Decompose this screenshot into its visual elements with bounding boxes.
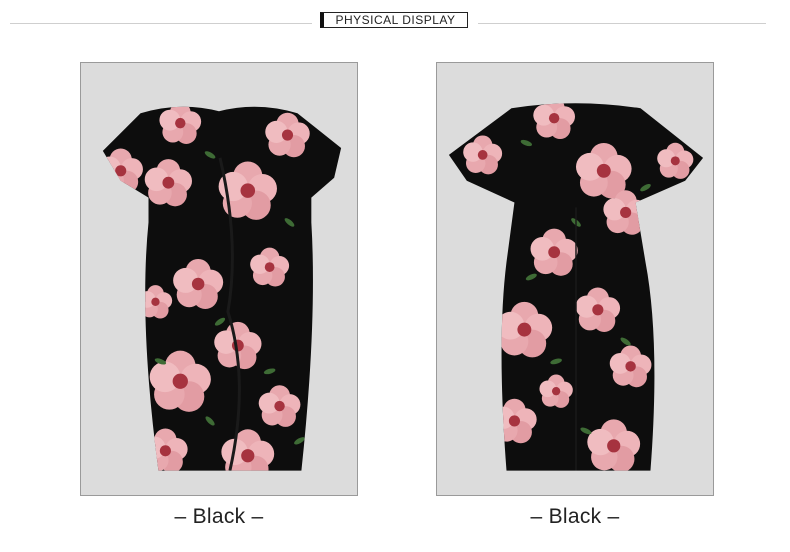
product-image-front xyxy=(80,62,358,496)
caption-front: – Black – xyxy=(174,505,264,528)
section-header: PHYSICAL DISPLAY xyxy=(0,10,790,34)
dress-back-image xyxy=(448,103,704,471)
caption-back: – Black – xyxy=(530,505,620,528)
header-rule-left xyxy=(10,23,312,24)
product-image-back xyxy=(436,62,714,496)
header-rule-right xyxy=(478,23,766,24)
section-title: PHYSICAL DISPLAY xyxy=(320,12,468,28)
dress-front-image xyxy=(102,106,342,471)
